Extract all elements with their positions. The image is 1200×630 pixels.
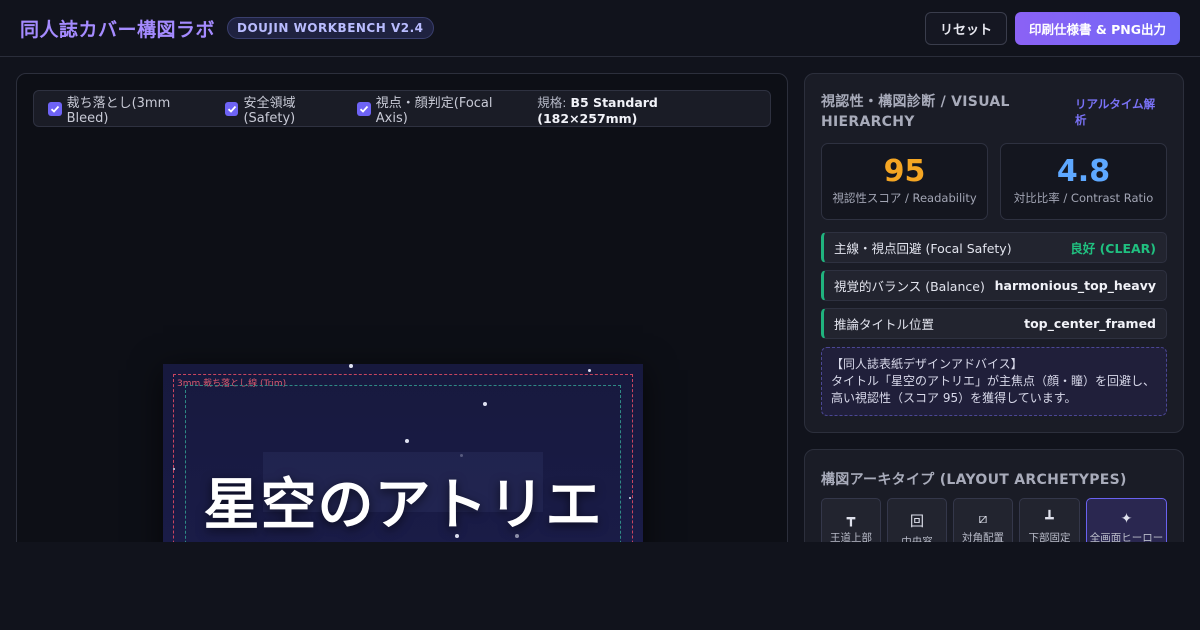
app-header: 同人誌カバー構図ラボ DOUJIN WORKBENCH V2.4 リセット 印刷… [0,0,1200,57]
row-label: 主線・視点回避 (Focal Safety) [834,241,1012,256]
guide-toolbar: 裁ち落とし(3mm Bleed) 安全領域(Safety) 視点・顔判定(Foc… [33,90,771,127]
readability-card: 95 視認性スコア / Readability [821,143,988,220]
check-icon [359,105,369,113]
focal-toggle[interactable]: 視点・顔判定(Focal Axis) [357,92,524,126]
design-advice: 【同人誌表紙デザインアドバイス】 タイトル「星空のアトリエ」が主焦点（顔・瞳）を… [821,347,1167,416]
safety-checkbox[interactable] [224,101,239,116]
spec-readout: 規格: B5 Standard (182×257mm) [537,92,756,126]
contrast-card: 4.8 対比比率 / Contrast Ratio [1000,143,1167,220]
bleed-toggle[interactable]: 裁ち落とし(3mm Bleed) [48,92,212,126]
advice-title: 【同人誌表紙デザインアドバイス】 [831,357,1023,371]
row-value: harmonious_top_heavy [994,278,1156,293]
advice-body: タイトル「星空のアトリエ」が主焦点（顔・瞳）を回避し、高い視認性（スコア 95）… [831,374,1156,405]
diagonal-icon: ⧄ [978,511,988,527]
readability-label: 視認性スコア / Readability [832,191,977,205]
check-icon [50,105,59,113]
header-actions: リセット 印刷仕様書 & PNG出力 [924,11,1180,45]
safety-toggle[interactable]: 安全領域(Safety) [224,92,344,126]
safety-label: 安全領域(Safety) [243,95,296,126]
focal-label: 視点・顔判定(Focal Axis) [375,95,493,126]
reset-button[interactable]: リセット [924,11,1007,45]
spec-prefix: 規格: [537,94,567,110]
row-value: 良好 (CLEAR) [1070,241,1156,256]
title-position-row: 推論タイトル位置 top_center_framed [821,308,1167,339]
version-badge: DOUJIN WORKBENCH V2.4 [227,17,434,39]
app-title: 同人誌カバー構図ラボ [20,18,216,41]
balance-row: 視覚的バランス (Balance) harmonious_top_heavy [821,270,1167,301]
check-icon [227,105,236,113]
archetype-title: 構図アーキタイプ (LAYOUT ARCHETYPES) [821,472,1127,488]
row-label: 推論タイトル位置 [834,317,935,332]
row-label: 視覚的バランス (Balance) [834,279,985,294]
center-window-icon: 回 [910,514,924,530]
realtime-label: リアルタイム解析 [1075,97,1156,127]
bleed-checkbox[interactable] [48,101,62,116]
diagnosis-title: 視認性・構図診断 / VISUAL HIERARCHY [821,94,1010,130]
diagnosis-panel: 視認性・構図診断 / VISUAL HIERARCHY リアルタイム解析 95 … [804,73,1184,433]
canvas-panel: 裁ち落とし(3mm Bleed) 安全領域(Safety) 視点・顔判定(Foc… [16,73,788,553]
t-top-icon: ┳ [846,511,856,527]
contrast-label: 対比比率 / Contrast Ratio [1013,191,1154,205]
cover-preview[interactable]: 3mm 裁ち落とし線 (Trim) 星空のアトリエ [163,364,643,552]
star [588,369,591,372]
sparkle-icon: ✦ [1120,511,1133,527]
row-value: top_center_framed [1024,316,1156,331]
viewport-bottom [0,542,1200,630]
star [349,364,353,368]
focal-safety-row: 主線・視点回避 (Focal Safety) 良好 (CLEAR) [821,232,1167,263]
cover-title[interactable]: 星空のアトリエ [163,460,643,541]
bleed-label: 裁ち落とし(3mm Bleed) [66,95,171,126]
contrast-value: 4.8 [1056,154,1111,189]
export-button[interactable]: 印刷仕様書 & PNG出力 [1015,11,1180,45]
focal-checkbox[interactable] [357,101,371,116]
bottom-fixed-icon: ┻ [1045,511,1054,527]
readability-value: 95 [883,154,926,189]
